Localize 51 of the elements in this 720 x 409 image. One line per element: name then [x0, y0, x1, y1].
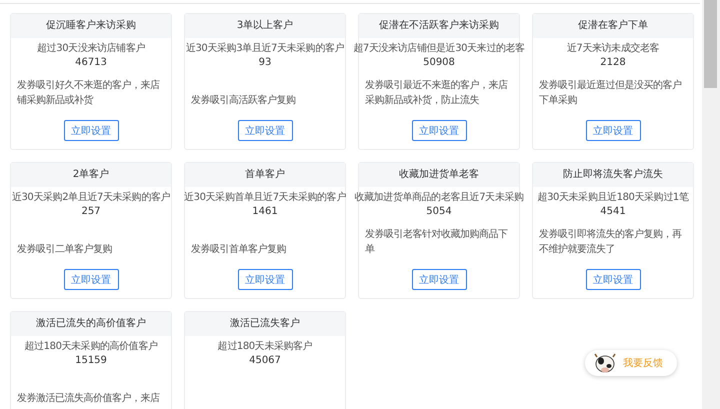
- card-title: 3单以上客户: [185, 14, 345, 38]
- condition-text: 超7天没来访店铺但是近30天来过的老客: [353, 42, 525, 55]
- customer-count: 5054: [426, 206, 452, 217]
- description-text: 发券吸引即将流失的客户复购，再不维护就要流失了: [539, 228, 683, 257]
- setup-button[interactable]: 立即设置: [586, 269, 640, 290]
- description-text: 发券激活已流失高价值客户，来店: [17, 392, 160, 406]
- description-text: 发券吸引高活跃客户复购: [191, 94, 296, 108]
- card-title: 首单客户: [185, 163, 345, 187]
- card-title: 激活已流失客户: [185, 312, 345, 336]
- condition-text: 超过180天未采购客户: [218, 340, 312, 353]
- setup-button[interactable]: 立即设置: [64, 269, 118, 290]
- customer-count: 257: [81, 206, 101, 217]
- condition-text: 近30天采购3单且近7天未采购的客户: [186, 42, 344, 55]
- description-text: 发券吸引最近不来逛的客户，来店采购新品或补货，防止流失: [365, 78, 509, 108]
- condition-text: 超过180天未采购的高价值客户: [24, 340, 158, 353]
- scrollbar-thumb[interactable]: [704, 0, 717, 88]
- cow-icon: [593, 352, 617, 374]
- customer-count: 46713: [75, 57, 107, 68]
- customer-count: 1461: [252, 206, 278, 217]
- description-text: 发券吸引最近逛过但是没买的客户下单采购: [539, 78, 682, 108]
- card-title: 防止即将流失客户流失: [533, 163, 693, 187]
- condition-text: 近7天来访未成交老客: [566, 42, 660, 55]
- setup-button[interactable]: 立即设置: [238, 269, 292, 290]
- condition-text: 收藏加进货单商品的老客且近7天未采购: [354, 190, 524, 204]
- card-title: 促潜在不活跃客户来访采购: [359, 14, 519, 38]
- description-text: 发券吸引好久不来逛的客户，来店铺采购新品或补货: [17, 78, 161, 108]
- scrollbar[interactable]: [702, 0, 720, 409]
- card-title: 激活已流失的高价值客户: [11, 312, 171, 336]
- condition-text: 超过30天没来访店铺客户: [37, 42, 145, 55]
- customer-count: 50908: [423, 57, 455, 68]
- condition-text: 近30天采购2单且近7天未采购的客户: [12, 190, 170, 204]
- card-title: 2单客户: [11, 163, 171, 187]
- card-title: 促沉睡客户来访采购: [11, 14, 171, 38]
- customer-count: 15159: [75, 355, 107, 366]
- card-title: 促潜在客户下单: [533, 14, 693, 38]
- condition-text: 近30天采购首单且近7天未采购的客户: [184, 190, 346, 204]
- setup-button[interactable]: 立即设置: [586, 120, 640, 141]
- description-text: 发券吸引首单客户复购: [191, 242, 286, 257]
- customer-count: 45067: [249, 355, 281, 366]
- setup-button[interactable]: 立即设置: [412, 120, 466, 141]
- description-text: 发券吸引二单客户复购: [17, 242, 112, 257]
- customer-count: 2128: [600, 57, 626, 68]
- setup-button[interactable]: 立即设置: [238, 120, 292, 141]
- setup-button[interactable]: 立即设置: [412, 269, 466, 290]
- condition-text: 超30天未采购且近180天采购过1笔: [538, 190, 688, 204]
- customer-count: 93: [258, 57, 272, 68]
- customer-count: 4541: [600, 206, 626, 217]
- description-text: 发券吸引老客针对收藏加购商品下单: [365, 228, 509, 257]
- card-title: 收藏加进货单老客: [359, 163, 519, 187]
- setup-button[interactable]: 立即设置: [64, 120, 118, 141]
- feedback-button[interactable]: 我要反馈: [585, 350, 677, 376]
